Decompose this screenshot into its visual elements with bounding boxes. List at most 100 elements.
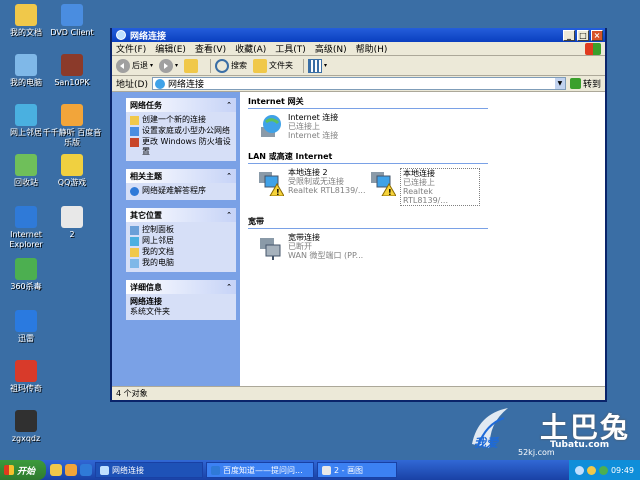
maximize-button[interactable]: □	[577, 29, 589, 41]
control-panel-icon	[130, 226, 139, 235]
address-dropdown[interactable]: ▼	[554, 78, 565, 89]
toolbar-separator	[303, 58, 305, 73]
info-icon	[130, 187, 139, 196]
desktop-icon-label: DVD Client	[50, 28, 94, 37]
connection-item[interactable]: ! 本地连接 2 受限制或无连接 Realtek RTL8139/...	[256, 168, 368, 206]
network-icon	[116, 30, 126, 40]
icon-dvd-client[interactable]: DVD Client	[40, 4, 104, 38]
menu-tools[interactable]: 工具(T)	[275, 42, 306, 55]
desktop-icon-label: zgxqdz	[11, 434, 41, 443]
task-create-connection[interactable]: 创建一个新的连接	[130, 115, 232, 125]
network-icon	[100, 465, 109, 475]
icon-file-2-image-icon	[61, 206, 83, 228]
icon-zuma-image-icon	[15, 360, 37, 382]
icon-xunlei[interactable]: 迅雷	[0, 310, 58, 344]
place-my-computer[interactable]: 我的电脑	[130, 258, 232, 268]
up-button[interactable]	[184, 58, 200, 73]
collapse-chevron-icon[interactable]: ⌃	[226, 211, 232, 219]
details-title: 网络连接	[130, 297, 162, 306]
task-paint[interactable]: 2 - 画图	[317, 462, 397, 478]
network-neighborhood-icon	[130, 237, 139, 246]
content-area: 网络任务 ⌃ 创建一个新的连接 设置家庭或小型办公网络 更改 Windows 防火…	[112, 92, 605, 386]
topic-troubleshooter[interactable]: 网络疑难解答程序	[130, 186, 232, 196]
place-network-neighborhood[interactable]: 网上邻居	[130, 236, 232, 246]
collapse-chevron-icon[interactable]: ⌃	[226, 172, 232, 180]
quick-launch-ie-icon[interactable]	[80, 464, 92, 476]
menu-file[interactable]: 文件(F)	[116, 42, 146, 55]
go-button[interactable]: 转到	[569, 77, 601, 90]
address-label: 地址(D)	[116, 80, 148, 90]
task-home-network[interactable]: 设置家庭或小型办公网络	[130, 126, 232, 136]
tray-security-icon[interactable]	[598, 465, 608, 475]
minimize-button[interactable]: _	[563, 29, 575, 41]
icon-qq-game[interactable]: QQ游戏	[40, 154, 104, 188]
connection-item[interactable]: Internet 连接 已连接上 Internet 连接	[256, 113, 338, 141]
watermark: 土巴兔 我爱 Tubatu.com 52kj.com	[468, 404, 638, 460]
panel-header[interactable]: 相关主题 ⌃	[126, 169, 236, 183]
icon-my-documents-image-icon	[15, 4, 37, 26]
icon-qq-game-image-icon	[61, 154, 83, 176]
panel-header[interactable]: 详细信息 ⌃	[126, 280, 236, 294]
connection-item[interactable]: 宽带连接 已断开 WAN 微型端口 (PP...	[256, 233, 363, 261]
menu-favorites[interactable]: 收藏(A)	[235, 42, 266, 55]
collapse-chevron-icon[interactable]: ⌃	[226, 101, 232, 109]
lan-warning-icon: !	[256, 168, 285, 197]
internet-connection-icon	[256, 113, 284, 141]
menu-edit[interactable]: 编辑(E)	[155, 42, 186, 55]
collapse-chevron-icon[interactable]: ⌃	[226, 283, 232, 291]
icon-zgxqdz[interactable]: zgxqdz	[0, 410, 58, 444]
desktop-icon-label: 千千静听 百度音乐版	[42, 128, 102, 147]
folders-button[interactable]: 文件夹	[253, 58, 293, 73]
menu-advanced[interactable]: 高级(N)	[315, 42, 347, 55]
menu-help[interactable]: 帮助(H)	[356, 42, 388, 55]
forward-button[interactable]: ▾	[159, 58, 178, 73]
close-button[interactable]: ×	[591, 29, 603, 41]
icon-zgxqdz-image-icon	[15, 410, 37, 432]
quick-launch-music-icon[interactable]	[65, 464, 77, 476]
folder-icon	[253, 58, 268, 73]
desktop-icon-label: 祖玛传奇	[10, 384, 42, 393]
icon-dvd-client-image-icon	[61, 4, 83, 26]
group-header-lan: LAN 或高速 Internet	[248, 151, 488, 164]
views-button[interactable]: ▾	[308, 58, 327, 73]
panel-related-topics: 相关主题 ⌃ 网络疑难解答程序	[126, 169, 236, 200]
icon-recycle-bin-image-icon	[15, 154, 37, 176]
panel-header[interactable]: 其它位置 ⌃	[126, 208, 236, 222]
address-value: 网络连接	[167, 80, 204, 90]
toolbar: 后退 ▾ ▾ 搜索 文件夹 ▾	[112, 56, 605, 76]
icon-network-places-image-icon	[15, 104, 37, 126]
quick-launch-qq-icon[interactable]	[50, 464, 62, 476]
tray-network-icon[interactable]	[574, 465, 584, 475]
panel-header[interactable]: 网络任务 ⌃	[126, 98, 236, 112]
watermark-brand: 土巴兔	[540, 411, 631, 444]
search-button[interactable]: 搜索	[215, 58, 247, 73]
icon-zuma[interactable]: 祖玛传奇	[0, 360, 58, 394]
title-bar[interactable]: 网络连接 _ □ ×	[112, 28, 605, 42]
back-button[interactable]: 后退 ▾	[116, 58, 153, 73]
desktop-icon-label: QQ游戏	[57, 178, 87, 187]
group-header-broadband: 宽带	[248, 216, 488, 229]
icon-san10pk-image-icon	[61, 54, 83, 76]
icon-360-antivirus[interactable]: 360杀毒	[0, 258, 58, 292]
place-control-panel[interactable]: 控制面板	[130, 225, 232, 235]
icon-san10pk[interactable]: San10PK	[40, 54, 104, 88]
task-firewall[interactable]: 更改 Windows 防火墙设置	[130, 137, 232, 157]
svg-text:!: !	[388, 188, 392, 196]
connection-item[interactable]: ! 本地连接 已连接上 Realtek RTL8139/...	[368, 168, 480, 206]
icon-file-2[interactable]: 2	[40, 206, 104, 240]
icon-ttplayer[interactable]: 千千静听 百度音乐版	[40, 104, 104, 148]
menu-bar: 文件(F) 编辑(E) 查看(V) 收藏(A) 工具(T) 高级(N) 帮助(H…	[112, 42, 605, 56]
address-input[interactable]: 网络连接 ▼	[151, 77, 566, 90]
window-title: 网络连接	[130, 31, 167, 42]
search-icon	[215, 58, 230, 73]
tray-volume-icon[interactable]	[586, 465, 596, 475]
place-my-documents[interactable]: 我的文档	[130, 247, 232, 257]
watermark-url: Tubatu.com	[550, 440, 610, 450]
details-subtitle: 系统文件夹	[130, 307, 170, 316]
taskbar: 开始 网络连接 百度知道——提问问... 2 - 画图 09:49	[0, 460, 640, 480]
clock[interactable]: 09:49	[611, 466, 634, 475]
task-baidu[interactable]: 百度知道——提问问...	[206, 462, 314, 478]
task-network-connections[interactable]: 网络连接	[95, 462, 203, 478]
menu-view[interactable]: 查看(V)	[195, 42, 226, 55]
start-button[interactable]: 开始	[0, 460, 46, 480]
